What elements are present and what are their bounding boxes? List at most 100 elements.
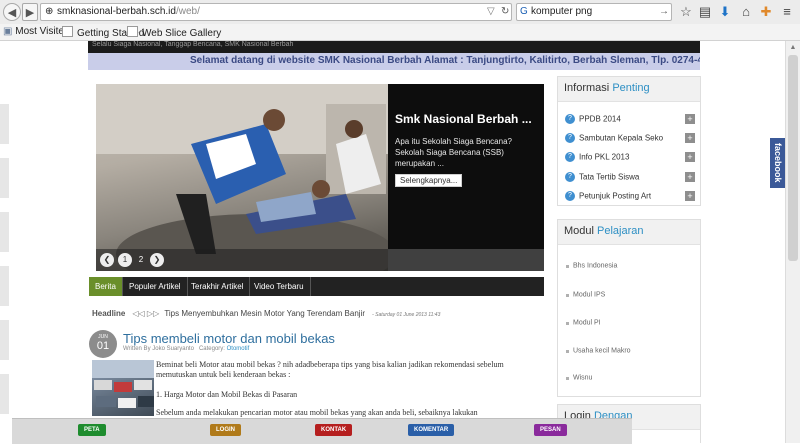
browser-toolbar: ◀ ▶ ⊕ smknasional-berbah.sch.id/web/ ▽ ↻… <box>0 0 800 25</box>
bullet-icon <box>566 293 569 297</box>
modul-item-wisnu[interactable]: Wisnu <box>566 372 694 384</box>
plus-icon[interactable]: + <box>685 114 695 124</box>
post-date-badge: JUN 01 <box>89 330 117 358</box>
forward-button[interactable]: ▶ <box>22 3 38 21</box>
bookmark-web-slice-gallery[interactable]: Web Slice Gallery <box>127 26 221 39</box>
scroll-up-icon[interactable]: ▲ <box>788 43 798 53</box>
addon-icon[interactable]: ✚ <box>758 4 774 20</box>
info-item-pkl[interactable]: ? Info PKL 2013 + <box>565 151 695 165</box>
search-bar[interactable]: G komputer png → <box>516 3 672 21</box>
page-icon <box>127 26 138 37</box>
slide-caption: Smk Nasional Berbah ... Apa itu Sekolah … <box>388 84 544 249</box>
slide-excerpt: Apa itu Sekolah Siaga Bencana? Sekolah S… <box>395 137 512 168</box>
tab-populer-artikel[interactable]: Populer Artikel <box>123 277 188 296</box>
post-day: 01 <box>96 340 110 352</box>
left-edge-tab <box>0 374 9 414</box>
info-item-tata-tertib[interactable]: ? Tata Tertib Siswa + <box>565 171 695 185</box>
info-item-sambutan[interactable]: ? Sambutan Kepala Seko + <box>565 132 695 146</box>
tab-terakhir-artikel[interactable]: Terakhir Artikel <box>185 277 251 296</box>
reload-icon[interactable]: ↻ <box>501 6 509 17</box>
home-icon[interactable]: ⌂ <box>738 4 754 20</box>
modul-item-usaha-kecil[interactable]: Usaha kecil Makro <box>566 345 694 357</box>
facebook-label: facebook <box>773 143 783 183</box>
headline-label: Headline <box>92 309 126 318</box>
post-author: Written By Joko Suaryanto <box>123 346 194 352</box>
headline-date: - Saturday 01 June 2013 11:43 <box>372 312 441 318</box>
post-thumbnail[interactable] <box>92 360 154 416</box>
post-excerpt: Beminat beli Motor atau mobil bekas ? ni… <box>156 360 546 418</box>
widget-title: Modul Pelajaran <box>564 225 644 237</box>
post-category-link[interactable]: Otomotif <box>227 346 250 352</box>
post-paragraph-2: 1. Harga Motor dan Mobil Bekas di Pasara… <box>156 390 298 399</box>
bullet-icon <box>566 321 569 325</box>
slider-page-2[interactable]: 2 <box>134 253 148 267</box>
question-icon: ? <box>565 133 575 144</box>
slider-page-1[interactable]: 1 <box>118 253 132 267</box>
page-icon <box>62 26 73 37</box>
search-go-icon[interactable]: → <box>659 6 669 17</box>
modul-item-ips[interactable]: Modul IPS <box>566 289 694 301</box>
welcome-marquee: Selamat datang di website SMK Nasional B… <box>88 53 700 70</box>
dropdown-icon[interactable]: ▽ <box>487 6 495 17</box>
komentar-button[interactable]: KOMENTAR <box>408 424 455 436</box>
plus-icon[interactable]: + <box>685 191 695 201</box>
plus-icon[interactable]: + <box>685 172 695 182</box>
widget-header: Modul Pelajaran <box>558 220 700 245</box>
page-scrollbar[interactable]: ▲ <box>785 41 800 443</box>
bullet-icon <box>566 376 569 380</box>
bookmark-icon: ▣ <box>3 26 13 37</box>
globe-icon: ⊕ <box>45 6 54 17</box>
address-bar[interactable]: ⊕ smknasional-berbah.sch.id/web/ ▽ ↻ <box>40 3 512 21</box>
bullet-icon <box>566 349 569 353</box>
url-text: smknasional-berbah.sch.id/web/ <box>57 6 200 17</box>
search-engine-icon[interactable]: G <box>520 6 528 17</box>
post-paragraph-1: Beminat beli Motor atau mobil bekas ? ni… <box>156 360 504 379</box>
marquee-text: Selamat datang di website SMK Nasional B… <box>190 55 700 66</box>
back-button[interactable]: ◀ <box>3 3 21 21</box>
headline-link[interactable]: Tips Menyembuhkan Mesin Motor Yang Teren… <box>164 309 365 318</box>
tab-video-terbaru[interactable]: Video Terbaru <box>248 277 311 296</box>
post-month: JUN <box>98 334 108 340</box>
headline-arrows-icon[interactable]: ◁◁ ▷▷ <box>132 309 159 318</box>
pesan-button[interactable]: PESAN <box>534 424 567 436</box>
slider-controls: ❮ 1 2 ❯ <box>96 249 544 271</box>
slider-prev-icon[interactable]: ❮ <box>100 253 114 267</box>
question-icon: ? <box>565 152 575 163</box>
plus-icon[interactable]: + <box>685 133 695 143</box>
slide-photo[interactable] <box>96 84 396 271</box>
post-title[interactable]: Tips membeli motor dan mobil bekas <box>123 331 335 346</box>
clipboard-icon[interactable]: ▤ <box>697 4 713 20</box>
article-tabs: Berita Populer Artikel Terakhir Artikel … <box>89 277 544 296</box>
kontak-button[interactable]: KONTAK <box>315 424 353 436</box>
site-header-strip: Selalu Siaga Nasional, Tanggap Bencana, … <box>88 41 700 53</box>
modul-item-pi[interactable]: Modul PI <box>566 317 694 329</box>
scrollbar-thumb[interactable] <box>788 55 798 261</box>
bookmarks-toolbar: ▣ Most Visited Getting Started Web Slice… <box>0 24 800 41</box>
download-icon[interactable]: ⬇ <box>717 4 733 20</box>
slider-next-icon[interactable]: ❯ <box>150 253 164 267</box>
left-edge-tab <box>0 320 9 360</box>
peta-button[interactable]: PETA <box>78 424 106 436</box>
star-icon[interactable]: ☆ <box>678 4 694 20</box>
tab-berita[interactable]: Berita <box>89 277 123 296</box>
menu-icon[interactable]: ≡ <box>779 4 795 20</box>
widget-header: Informasi Penting <box>558 77 700 102</box>
login-button[interactable]: LOGIN <box>210 424 241 436</box>
bottom-action-bar: PETA LOGIN KONTAK KOMENTAR PESAN <box>12 418 632 444</box>
post-thumbnail-illustration <box>92 360 154 408</box>
plus-icon[interactable]: + <box>685 152 695 162</box>
post-meta: Written By Joko Suaryanto Category: Otom… <box>123 346 249 352</box>
modul-item-bhs-indonesia[interactable]: Bhs Indonesia <box>566 260 694 272</box>
bullet-icon <box>566 264 569 268</box>
widget-informasi-penting: Informasi Penting ? PPDB 2014 + ? Sambutan … <box>557 76 701 206</box>
bookmark-most-visited[interactable]: ▣ Most Visited <box>3 26 70 37</box>
facebook-tab[interactable]: facebook <box>770 138 785 188</box>
info-item-petunjuk[interactable]: ? Petunjuk Posting Art + <box>565 190 695 204</box>
slide-title[interactable]: Smk Nasional Berbah ... <box>395 112 532 126</box>
widget-title: Informasi Penting <box>564 82 650 94</box>
slide-photo-illustration <box>96 84 396 271</box>
left-edge-tab <box>0 158 9 198</box>
info-item-ppdb[interactable]: ? PPDB 2014 + <box>565 113 695 127</box>
read-more-button[interactable]: Selengkapnya... <box>395 174 463 187</box>
left-edge-tab <box>0 104 9 144</box>
